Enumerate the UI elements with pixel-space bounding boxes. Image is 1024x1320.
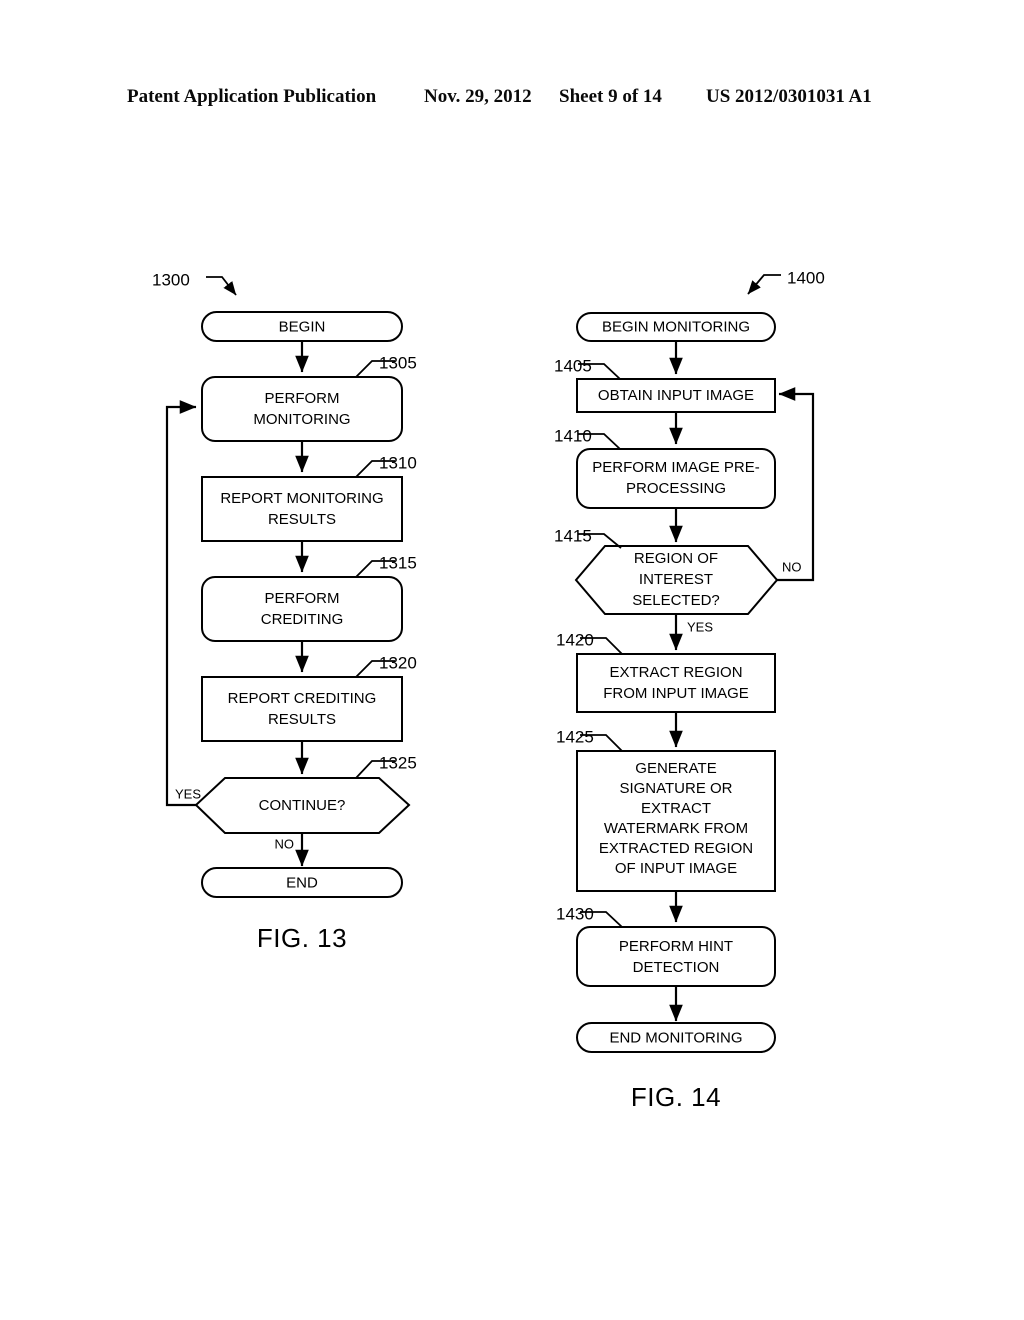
fig14-node-1420[interactable]: EXTRACT REGION FROM INPUT IMAGE bbox=[576, 653, 776, 713]
fig13-ref-1315: 1315 bbox=[355, 553, 417, 578]
fig13-1310-label-line2: RESULTS bbox=[268, 511, 336, 528]
fig13-1325-label: CONTINUE? bbox=[259, 797, 346, 814]
fig13-ref-1305: 1305 bbox=[355, 353, 417, 378]
fig14-no-feedback-path bbox=[777, 387, 815, 582]
fig14-node-1415[interactable]: REGION OF INTEREST SELECTED? bbox=[574, 545, 779, 615]
fig13-flow-ref-label: 1300 bbox=[152, 270, 190, 289]
fig14-1420-ref: 1420 bbox=[556, 630, 594, 649]
fig13-1305-ref: 1305 bbox=[379, 353, 417, 372]
fig13-1320-shape bbox=[201, 676, 403, 742]
fig14-ref-1405: 1405 bbox=[554, 356, 621, 380]
fig13-node-end[interactable]: END bbox=[201, 867, 403, 898]
fig13-1310-label-line1: REPORT MONITORING bbox=[220, 490, 383, 507]
fig14-1420-shape bbox=[576, 653, 776, 713]
fig13-node-1305[interactable]: PERFORM MONITORING bbox=[201, 376, 403, 442]
fig13-yes-feedback-path bbox=[165, 400, 197, 807]
fig14-node-1410[interactable]: PERFORM IMAGE PRE- PROCESSING bbox=[576, 448, 776, 509]
fig14-node-1405[interactable]: OBTAIN INPUT IMAGE bbox=[576, 378, 776, 413]
fig13-ref-1325: 1325 bbox=[355, 753, 417, 779]
fig14-flow-ref-leader bbox=[747, 274, 781, 295]
fig14-ref-1420: 1420 bbox=[556, 630, 623, 655]
fig14-caption: FIG. 14 bbox=[631, 1082, 721, 1112]
fig13-1305-shape bbox=[201, 376, 403, 442]
fig14-1405-label: OBTAIN INPUT IMAGE bbox=[598, 387, 754, 404]
patent-page: Patent Application Publication Nov. 29, … bbox=[0, 0, 1024, 1320]
fig14-node-begin-monitoring[interactable]: BEGIN MONITORING bbox=[576, 312, 776, 342]
fig13-1320-ref: 1320 bbox=[379, 653, 417, 672]
fig14-node-1425[interactable]: GENERATE SIGNATURE OR EXTRACT WATERMARK … bbox=[576, 750, 776, 892]
fig14-1415-label-line3: SELECTED? bbox=[632, 592, 720, 609]
fig14-node-end-monitoring[interactable]: END MONITORING bbox=[576, 1022, 776, 1053]
fig14-1425-label-line2: SIGNATURE OR bbox=[619, 780, 732, 797]
fig13-1310-shape bbox=[201, 476, 403, 542]
fig14-1425-ref: 1425 bbox=[556, 727, 594, 746]
fig14-1410-label-line2: PROCESSING bbox=[626, 480, 726, 497]
fig13-node-1310[interactable]: REPORT MONITORING RESULTS bbox=[201, 476, 403, 542]
fig14-flow-ref: 1400 bbox=[747, 268, 825, 295]
fig13-flow-ref: 1300 bbox=[152, 270, 237, 296]
fig13-node-begin[interactable]: BEGIN bbox=[201, 311, 403, 342]
fig14-1425-label-line4: WATERMARK FROM bbox=[604, 820, 748, 837]
fig13-1305-label-line2: MONITORING bbox=[253, 411, 350, 428]
fig14-1410-shape bbox=[576, 448, 776, 509]
fig13-1315-label-line2: CREDITING bbox=[261, 611, 344, 628]
fig13-1315-shape bbox=[201, 576, 403, 642]
fig13-flow-ref-leader bbox=[206, 276, 237, 296]
fig13-yes-label: YES bbox=[175, 786, 201, 801]
fig14-1430-shape bbox=[576, 926, 776, 987]
fig13-1320-label-line2: RESULTS bbox=[268, 711, 336, 728]
fig14-1425-label-line5: EXTRACTED REGION bbox=[599, 840, 753, 857]
fig13-1305-label-line1: PERFORM bbox=[265, 390, 340, 407]
fig14-ref-1410: 1410 bbox=[554, 426, 621, 450]
fig14-1425-label-line6: OF INPUT IMAGE bbox=[615, 860, 737, 877]
fig13-1320-label-line1: REPORT CREDITING bbox=[228, 690, 377, 707]
fig14-1415-label-line2: INTEREST bbox=[639, 571, 713, 588]
fig13-node-1320[interactable]: REPORT CREDITING RESULTS bbox=[201, 676, 403, 742]
fig14-1405-ref: 1405 bbox=[554, 356, 592, 375]
fig14-end-label: END MONITORING bbox=[609, 1029, 742, 1046]
fig13-1325-ref: 1325 bbox=[379, 753, 417, 772]
fig14-flow-ref-label: 1400 bbox=[787, 268, 825, 287]
fig13-node-1315[interactable]: PERFORM CREDITING bbox=[201, 576, 403, 642]
fig13-end-label: END bbox=[286, 874, 318, 891]
fig14-1415-label-line1: REGION OF bbox=[634, 550, 718, 567]
fig14-1430-label-line2: DETECTION bbox=[633, 959, 720, 976]
fig13-1310-ref: 1310 bbox=[379, 453, 417, 472]
fig14-1430-ref: 1430 bbox=[556, 904, 594, 923]
fig14-1420-label-line2: FROM INPUT IMAGE bbox=[603, 685, 749, 702]
fig14-yes-label: YES bbox=[687, 619, 713, 634]
fig13-ref-1310: 1310 bbox=[355, 453, 417, 478]
figure-14: 1400 BEGIN MONITORING OBTAIN INPUT IMAGE… bbox=[554, 268, 825, 1111]
fig14-1410-ref: 1410 bbox=[554, 426, 592, 445]
fig14-ref-1425: 1425 bbox=[556, 727, 623, 752]
fig13-1315-ref: 1315 bbox=[379, 553, 417, 572]
fig13-node-1325[interactable]: CONTINUE? bbox=[194, 777, 411, 834]
fig14-no-label: NO bbox=[782, 559, 802, 574]
fig14-node-1430[interactable]: PERFORM HINT DETECTION bbox=[576, 926, 776, 987]
fig14-ref-1415: 1415 bbox=[554, 526, 622, 549]
fig13-1315-label-line1: PERFORM bbox=[265, 590, 340, 607]
fig14-1415-ref: 1415 bbox=[554, 526, 592, 545]
figures-svg: 1300 BEGIN PERFORM MONITORING 1305 REPOR… bbox=[152, 268, 825, 1111]
fig14-ref-1430: 1430 bbox=[556, 904, 623, 928]
fig14-1410-label-line1: PERFORM IMAGE PRE- bbox=[592, 459, 760, 476]
fig14-1425-label-line3: EXTRACT bbox=[641, 800, 711, 817]
fig14-begin-label: BEGIN MONITORING bbox=[602, 318, 750, 335]
fig14-1420-label-line1: EXTRACT REGION bbox=[609, 664, 742, 681]
fig14-1425-label-line1: GENERATE bbox=[635, 760, 716, 777]
fig13-ref-1320: 1320 bbox=[355, 653, 417, 678]
figure-13: 1300 BEGIN PERFORM MONITORING 1305 REPOR… bbox=[152, 270, 417, 952]
fig14-1430-label-line1: PERFORM HINT bbox=[619, 938, 733, 955]
fig13-begin-label: BEGIN bbox=[279, 318, 326, 335]
fig13-no-label: NO bbox=[275, 836, 295, 851]
fig13-caption: FIG. 13 bbox=[257, 923, 347, 953]
